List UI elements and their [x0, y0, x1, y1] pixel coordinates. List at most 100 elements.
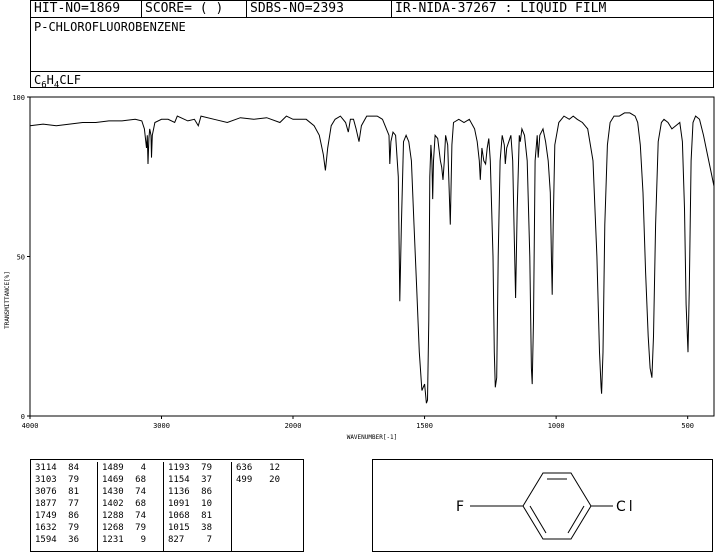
peak-wavenumber: 1632 [35, 523, 57, 533]
sdbs-number: SDBS-NO=2393 [246, 1, 391, 17]
peak-wavenumber: 499 [236, 475, 253, 485]
formula-rest: CLF [59, 73, 81, 87]
peak-transmittance: 37 [201, 475, 212, 485]
peak-row: 1749 86 [35, 510, 97, 522]
benzene-ring [522, 472, 592, 540]
peak-column: 1193 79 1154 37 1136 86 1091 10 1068 81 1015 38 827 7 [163, 462, 232, 551]
peak-column: 1489 4 1469 68 1430 74 1402 68 1288 74 1268 79 1231 9 [97, 462, 164, 551]
peak-row: 1632 79 [35, 522, 97, 534]
formula-row: C6H4CLF [31, 71, 713, 90]
peak-transmittance: 86 [68, 511, 79, 521]
y-tick-label: 50 [17, 254, 25, 262]
peak-transmittance: 10 [201, 499, 212, 509]
peak-wavenumber: 1402 [102, 499, 124, 509]
peak-wavenumber: 1268 [102, 523, 124, 533]
structure-panel: F Cl [372, 459, 713, 552]
peak-transmittance: 68 [135, 499, 146, 509]
y-tick-label: 100 [12, 94, 25, 102]
peak-row: 1877 77 [35, 498, 97, 510]
peak-column: 3114 84 3103 79 3076 81 1877 77 1749 86 1632 79 1594… [35, 462, 97, 551]
peak-transmittance: 38 [201, 523, 212, 533]
peak-row: 1489 4 [102, 462, 164, 474]
peak-row: 1136 86 [168, 486, 232, 498]
peak-table: 3114 84 3103 79 3076 81 1877 77 1749 86 1632 79 1594… [30, 459, 304, 552]
peak-row: 827 7 [168, 534, 232, 546]
spectrum-line [29, 112, 715, 404]
chlorine-label: Cl [616, 499, 636, 515]
peak-row: 1154 37 [168, 474, 232, 486]
peak-wavenumber: 3114 [35, 463, 57, 473]
peak-column: 636 12 499 20 [231, 462, 302, 551]
peak-transmittance: 79 [135, 523, 146, 533]
x-tick-label: 4000 [22, 422, 39, 430]
compound-name: P-CHLOROFLUOROBENZENE [34, 20, 186, 34]
peak-row: 1231 9 [102, 534, 164, 546]
y-tick-label: 0 [21, 413, 25, 421]
peak-wavenumber: 1594 [35, 535, 57, 545]
peak-row: 1402 68 [102, 498, 164, 510]
peak-wavenumber: 1469 [102, 475, 124, 485]
peak-row: 1268 79 [102, 522, 164, 534]
peak-wavenumber: 1877 [35, 499, 57, 509]
y-axis-label: TRANSMITTANCE[%] [4, 271, 11, 329]
peak-wavenumber: 1015 [168, 523, 190, 533]
peak-row: 636 12 [236, 462, 302, 474]
peak-row: 3076 81 [35, 486, 97, 498]
peak-wavenumber: 1136 [168, 487, 190, 497]
peak-row: 1015 38 [168, 522, 232, 534]
x-axis: 4000 3000 2000 1500 1000 500 [22, 416, 694, 430]
peak-row: 1288 74 [102, 510, 164, 522]
ring-inner-bond-2 [529, 505, 547, 534]
peak-transmittance: 36 [68, 535, 79, 545]
peak-transmittance: 84 [68, 463, 79, 473]
peak-row: 1594 36 [35, 534, 97, 546]
peak-wavenumber: 1154 [168, 475, 190, 485]
ir-spectrum-chart: 0 50 100 4000 3000 2000 1500 1000 500 TRANSMITT… [4, 94, 715, 441]
peak-transmittance: 74 [135, 511, 146, 521]
peak-wavenumber: 3103 [35, 475, 57, 485]
peak-transmittance: 81 [201, 511, 212, 521]
peak-transmittance: 12 [269, 463, 280, 473]
peak-row: 1068 81 [168, 510, 232, 522]
fluorine-label: F [456, 499, 464, 515]
peak-transmittance: 81 [68, 487, 79, 497]
header-info-row: HIT-NO=1869 SCORE= ( ) SDBS-NO=2393 IR-N… [31, 1, 713, 18]
peak-wavenumber: 1068 [168, 511, 190, 521]
peak-wavenumber: 1091 [168, 499, 190, 509]
peak-wavenumber: 1193 [168, 463, 190, 473]
peak-transmittance: 4 [140, 463, 146, 473]
ring-inner-bond-3 [567, 505, 585, 534]
x-tick-label: 500 [681, 422, 694, 430]
peak-wavenumber: 636 [236, 463, 253, 473]
structure-diagram: F Cl [456, 472, 636, 540]
y-axis: 0 50 100 [12, 94, 30, 421]
header-panel: HIT-NO=1869 SCORE= ( ) SDBS-NO=2393 IR-N… [30, 0, 714, 90]
peak-transmittance: 79 [201, 463, 212, 473]
x-tick-label: 1500 [416, 422, 433, 430]
peak-transmittance: 79 [68, 475, 79, 485]
peak-transmittance: 77 [68, 499, 79, 509]
peak-transmittance: 7 [206, 535, 212, 545]
ir-info: IR-NIDA-37267 : LIQUID FILM [391, 1, 713, 17]
peak-wavenumber: 1749 [35, 511, 57, 521]
peak-transmittance: 79 [68, 523, 79, 533]
peak-wavenumber: 1231 [102, 535, 124, 545]
peak-row: 499 20 [236, 474, 302, 486]
peak-row: 3114 84 [35, 462, 97, 474]
peak-row: 1091 10 [168, 498, 232, 510]
peak-wavenumber: 1489 [102, 463, 124, 473]
peak-transmittance: 74 [135, 487, 146, 497]
peak-wavenumber: 1288 [102, 511, 124, 521]
plot-frame [29, 96, 715, 417]
hit-number: HIT-NO=1869 [34, 1, 121, 16]
formula-h: H [46, 73, 54, 87]
x-tick-label: 2000 [285, 422, 302, 430]
x-axis-label: WAVENUMBER[-1] [347, 434, 398, 441]
peak-wavenumber: 1430 [102, 487, 124, 497]
peak-transmittance: 86 [201, 487, 212, 497]
peak-transmittance: 68 [135, 475, 146, 485]
score-field: SCORE= ( ) [141, 1, 246, 17]
peak-row: 1469 68 [102, 474, 164, 486]
peak-transmittance: 20 [269, 475, 280, 485]
x-tick-label: 3000 [153, 422, 170, 430]
